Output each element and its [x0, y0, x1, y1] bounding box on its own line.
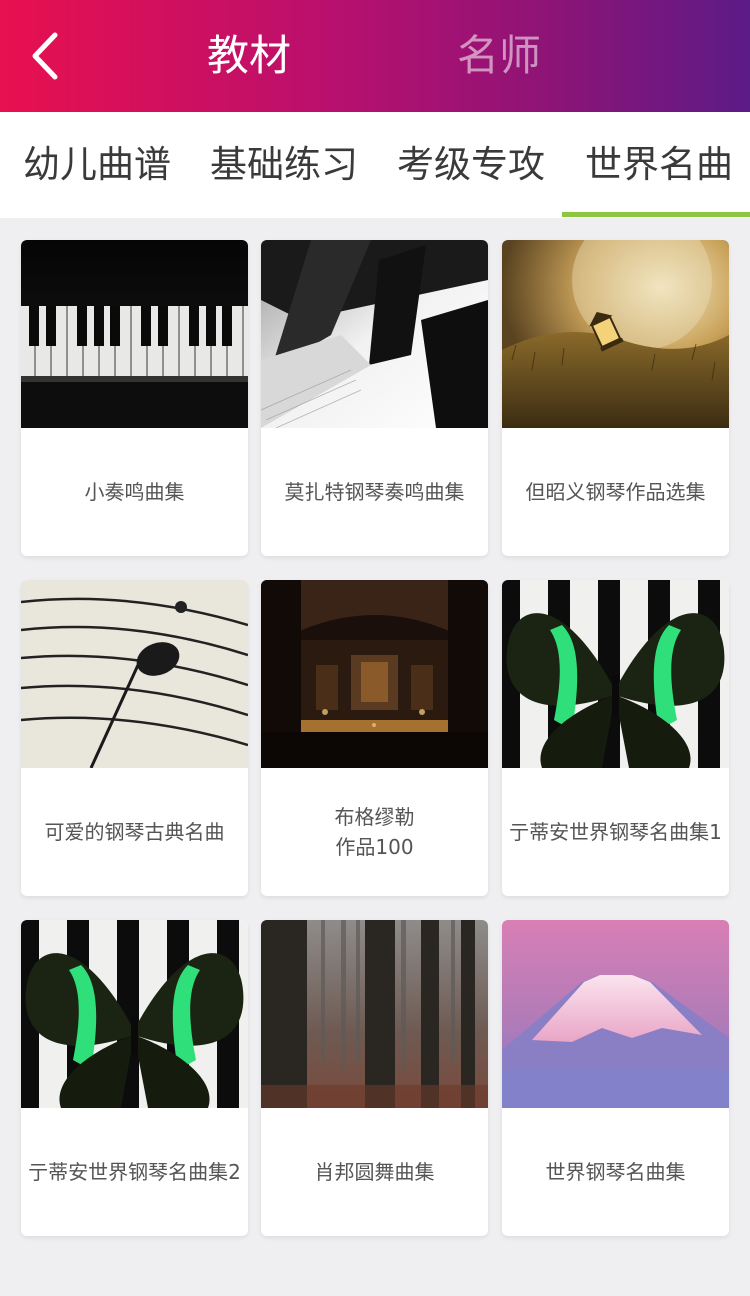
category-tab-bar: 幼儿曲谱 基础练习 考级专攻 世界名曲	[0, 112, 750, 218]
book-card[interactable]: 但昭义钢琴作品选集	[502, 240, 729, 556]
category-tab-grade-exam[interactable]: 考级专攻	[397, 140, 545, 190]
book-card[interactable]: 莫扎特钢琴奏鸣曲集	[261, 240, 488, 556]
book-title: 可爱的钢琴古典名曲	[44, 820, 225, 844]
book-cover-image	[261, 240, 488, 428]
book-cover-image	[261, 920, 488, 1108]
category-tab-kids-scores[interactable]: 幼儿曲谱	[23, 140, 171, 190]
book-title: 亍蒂安世界钢琴名曲集1	[509, 820, 722, 844]
book-card[interactable]: 亍蒂安世界钢琴名曲集1	[502, 580, 729, 896]
book-title: 布格缪勒 作品100	[334, 805, 415, 859]
book-cover-image	[21, 580, 248, 768]
book-card[interactable]: 世界钢琴名曲集	[502, 920, 729, 1236]
active-category-indicator	[562, 212, 750, 217]
book-cover-image	[21, 240, 248, 428]
book-card[interactable]: 小奏鸣曲集	[21, 240, 248, 556]
book-cover-image	[502, 240, 729, 428]
book-cover-image	[21, 920, 248, 1108]
top-nav-bar: 教材 名师	[0, 0, 750, 112]
book-title: 莫扎特钢琴奏鸣曲集	[284, 480, 465, 504]
book-title: 小奏鸣曲集	[84, 480, 185, 504]
book-title: 但昭义钢琴作品选集	[525, 480, 706, 504]
back-button[interactable]	[14, 22, 74, 90]
book-title: 亍蒂安世界钢琴名曲集2	[28, 1160, 241, 1184]
category-tab-basic-practice[interactable]: 基础练习	[210, 140, 358, 190]
book-cover-image	[502, 920, 729, 1108]
book-cover-image	[502, 580, 729, 768]
book-card[interactable]: 亍蒂安世界钢琴名曲集2	[21, 920, 248, 1236]
book-title: 肖邦圆舞曲集	[314, 1160, 435, 1184]
chevron-left-icon	[32, 32, 58, 80]
book-card[interactable]: 肖邦圆舞曲集	[261, 920, 488, 1236]
book-card[interactable]: 可爱的钢琴古典名曲	[21, 580, 248, 896]
tab-textbooks[interactable]: 教材	[207, 28, 291, 84]
book-card[interactable]: 布格缪勒 作品100	[261, 580, 488, 896]
book-title: 世界钢琴名曲集	[545, 1160, 686, 1184]
category-tab-world-classics[interactable]: 世界名曲	[585, 140, 733, 190]
tab-teachers[interactable]: 名师	[457, 28, 541, 84]
book-cover-image	[261, 580, 488, 768]
